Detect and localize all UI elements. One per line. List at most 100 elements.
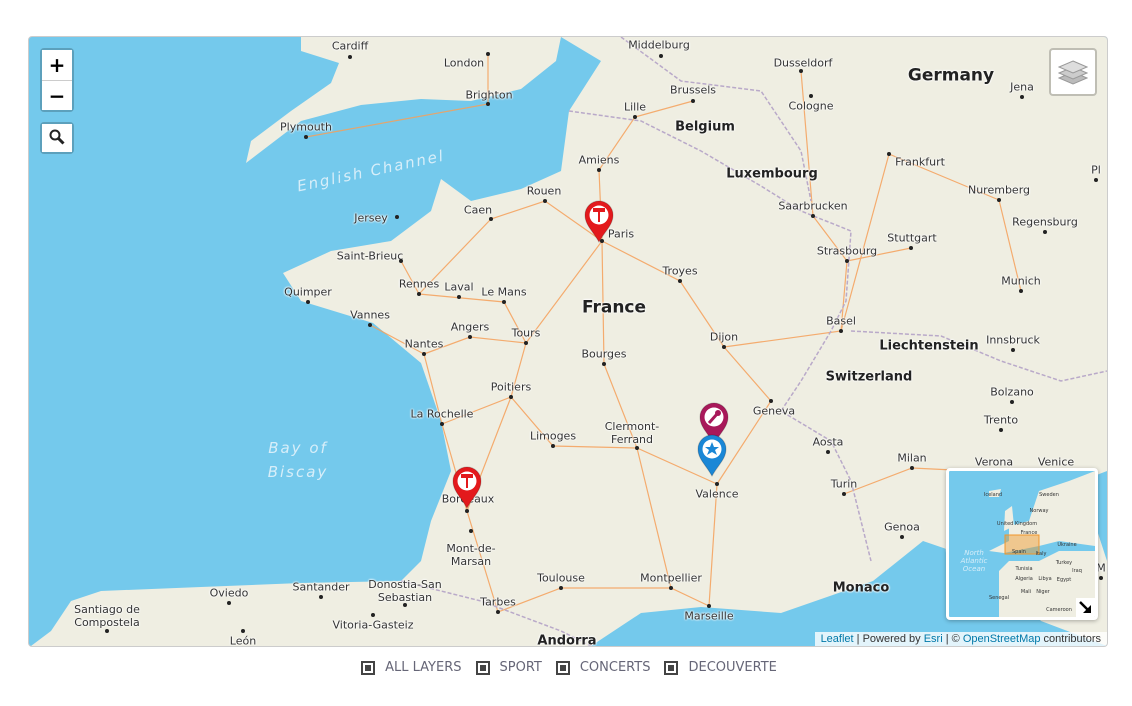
city-label: Turin: [830, 477, 858, 491]
city-dot: [1011, 348, 1015, 352]
city-dot: [722, 345, 726, 349]
attribution: Leaflet | Powered by Esri | © OpenStreet…: [814, 632, 1107, 646]
zoom-control: + −: [40, 48, 74, 112]
sea-label: Bay of Biscay: [267, 439, 329, 481]
layer-toggle-concerts[interactable]: CONCERTS: [555, 660, 650, 675]
city-dot: [509, 395, 513, 399]
city-dot: [551, 444, 555, 448]
city-dot: [417, 292, 421, 296]
city-dot: [395, 215, 399, 219]
city-label: Montpellier: [640, 571, 702, 585]
layer-label: DECOUVERTE: [688, 660, 777, 675]
layer-toggle-decouverte[interactable]: DECOUVERTE: [664, 660, 777, 675]
osm-link[interactable]: OpenStreetMap: [963, 633, 1041, 645]
city-label: Verona: [974, 455, 1014, 469]
city-dot: [1094, 178, 1098, 182]
country-label: Germany: [907, 65, 995, 86]
city-dot: [105, 629, 109, 633]
city-label: London: [443, 56, 485, 70]
city-dot: [1020, 95, 1024, 99]
zoom-in-button[interactable]: +: [42, 50, 72, 80]
layers-button[interactable]: [1049, 48, 1097, 96]
city-label: Strasbourg: [816, 244, 878, 258]
city-dot: [799, 69, 803, 73]
map[interactable]: Germany Belgium Luxembourg France Liechtenst…: [28, 36, 1108, 647]
city-label: Santander: [292, 580, 350, 594]
city-label: Oviedo: [209, 586, 249, 600]
city-label: Limoges: [529, 429, 577, 443]
esri-link[interactable]: Esri: [924, 633, 943, 645]
city-label: Caen: [463, 203, 493, 217]
city-dot: [241, 629, 245, 633]
city-label: Jersey: [354, 211, 388, 225]
minimap-label: Norway: [1029, 508, 1049, 514]
checkbox[interactable]: [475, 660, 490, 675]
marker-decouverte[interactable]: [696, 433, 728, 478]
minimap-label: Sweden: [1039, 492, 1059, 498]
marker-sport[interactable]: [451, 465, 483, 510]
country-label: Switzerland: [825, 369, 913, 385]
city-dot: [465, 509, 469, 513]
minimap-label: Iceland: [983, 492, 1003, 498]
city-label: Cologne: [788, 99, 834, 113]
minimap-label: Tunisia: [1015, 566, 1033, 572]
city-dot: [669, 586, 673, 590]
city-dot: [839, 329, 843, 333]
checkbox[interactable]: [555, 660, 570, 675]
city-label: Lille: [623, 100, 647, 114]
layer-toggle-sport[interactable]: SPORT: [475, 660, 542, 675]
city-label: Bolzano: [990, 385, 1034, 399]
city-dot: [707, 604, 711, 608]
city-dot: [319, 595, 323, 599]
city-dot: [909, 246, 913, 250]
city-label: Munich: [1001, 274, 1041, 288]
city-label: Plymouth: [280, 120, 332, 134]
city-dot: [227, 601, 231, 605]
minimap-toggle-button[interactable]: [1076, 598, 1095, 617]
city-dot: [1019, 289, 1023, 293]
city-dot: [403, 603, 407, 607]
marker-sport[interactable]: [583, 199, 615, 244]
city-dot: [635, 446, 639, 450]
city-dot: [999, 428, 1003, 432]
search-button[interactable]: [42, 124, 72, 152]
city-label: Middelburg: [628, 38, 690, 52]
country-label: Belgium: [675, 119, 735, 135]
minimap-label: North Atlantic Ocean: [960, 549, 988, 573]
city-dot: [489, 217, 493, 221]
zoom-out-button[interactable]: −: [42, 80, 72, 110]
city-dot: [502, 300, 506, 304]
city-dot: [440, 422, 444, 426]
minimap[interactable]: Iceland Sweden Norway United Kingdom France U…: [946, 468, 1098, 620]
city-label: Dijon: [709, 330, 739, 344]
city-dot: [997, 198, 1001, 202]
city-dot: [845, 259, 849, 263]
city-label: Pl: [1091, 163, 1101, 177]
city-label: Frankfurt: [895, 155, 945, 169]
layer-toggle-all[interactable]: ALL LAYERS: [361, 660, 462, 675]
minimap-label: Iraq: [1072, 568, 1082, 574]
city-label: Milan: [897, 451, 927, 465]
city-label: Trento: [983, 413, 1019, 427]
city-label: Dusseldorf: [773, 56, 833, 70]
city-label: Poitiers: [490, 380, 532, 394]
city-label: Laval: [444, 280, 474, 294]
city-label: Innsbruck: [986, 333, 1040, 347]
layer-legend: ALL LAYERS SPORT CONCERTS DECOUVERTE: [0, 660, 1132, 675]
city-dot: [1043, 230, 1047, 234]
city-dot: [910, 466, 914, 470]
minimap-label: France: [1020, 530, 1038, 536]
checkbox[interactable]: [361, 660, 376, 675]
country-label: Monaco: [832, 580, 890, 596]
leaflet-link[interactable]: Leaflet: [821, 633, 854, 645]
city-dot: [826, 450, 830, 454]
attribution-text: contributors: [1040, 633, 1101, 645]
city-label: Saarbrucken: [778, 199, 848, 213]
city-label: Brussels: [669, 83, 717, 97]
city-label: Quimper: [284, 285, 332, 299]
city-label: Tarbes: [480, 595, 516, 609]
city-dot: [304, 135, 308, 139]
checkbox[interactable]: [664, 660, 679, 675]
city-label: Nantes: [404, 337, 444, 351]
city-label: Saint-Brieuc: [336, 249, 404, 263]
